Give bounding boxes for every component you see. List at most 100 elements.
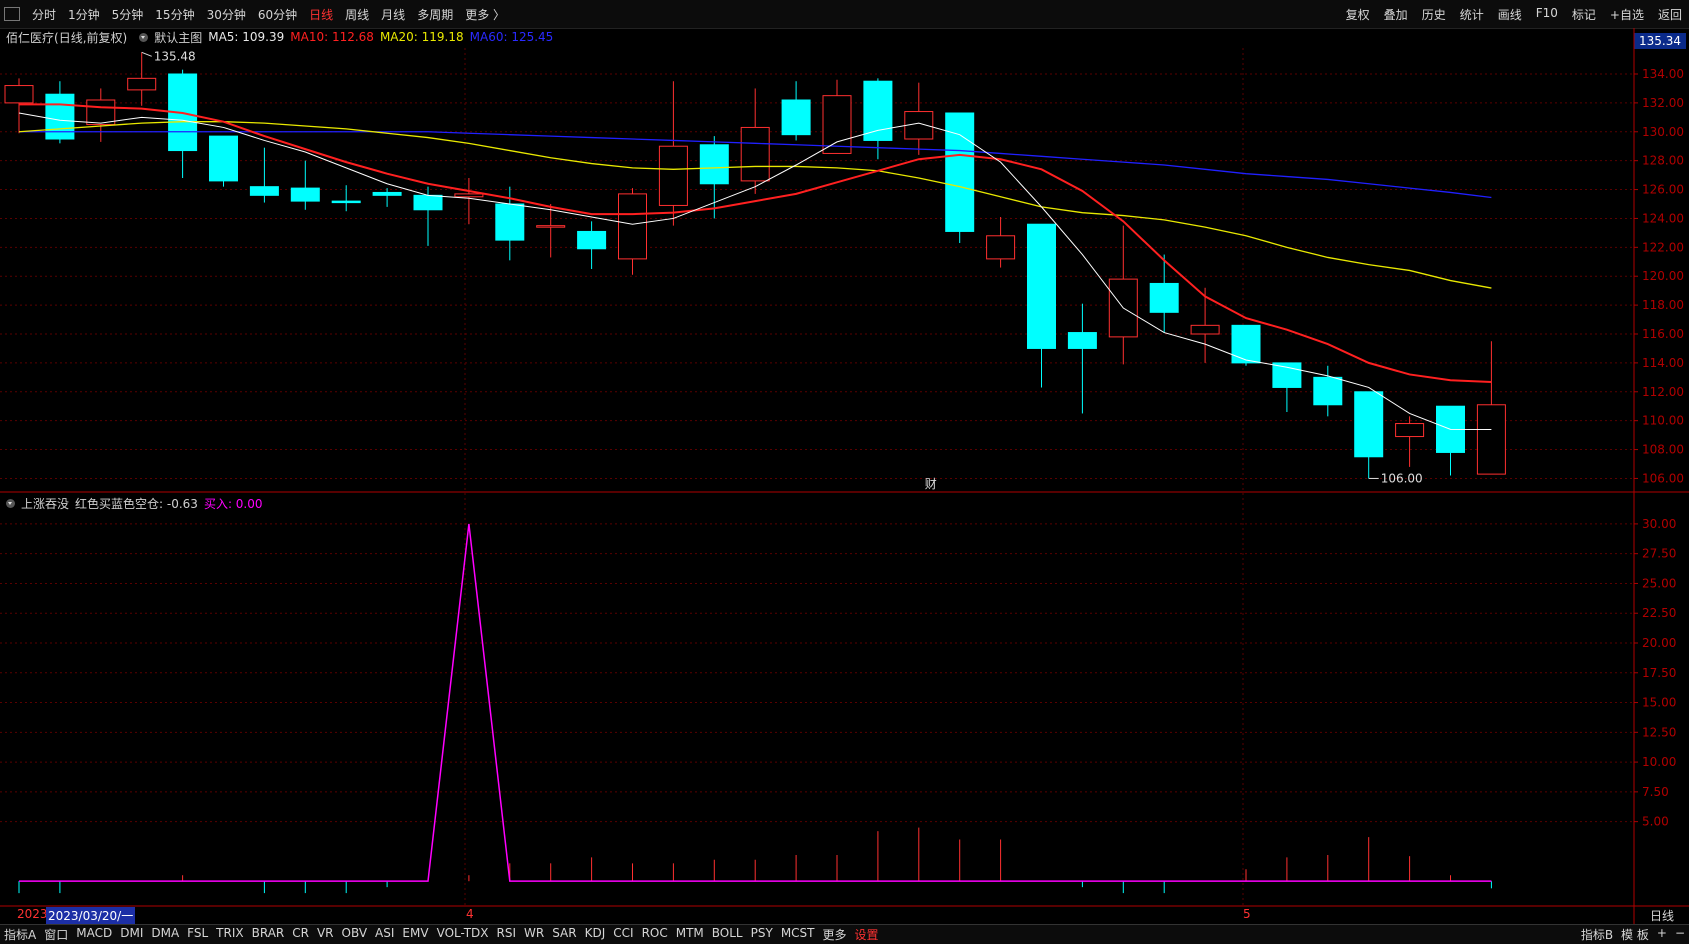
high-marker: [141, 51, 152, 57]
candle-body: [1313, 376, 1343, 406]
candle-body: [1067, 332, 1097, 349]
indicator-tab-5[interactable]: FSL: [183, 926, 212, 943]
indicator-axis-label: 25.00: [1642, 576, 1676, 590]
bottom-right: 指标B 模 板 + −: [1577, 926, 1689, 943]
price-axis-label: 134.00: [1642, 67, 1684, 81]
date-month-5: 5: [1243, 907, 1251, 921]
candle-body: [658, 145, 688, 206]
price-axis-label: 108.00: [1642, 443, 1684, 457]
candle-body: [699, 144, 729, 185]
candle-body: [618, 193, 647, 260]
indicator-tab-6[interactable]: TRIX: [212, 926, 247, 943]
bottom-right-button-2[interactable]: +: [1653, 926, 1671, 943]
indicator-tab-20[interactable]: MTM: [672, 926, 708, 943]
candle-body: [781, 99, 811, 136]
candle-body: [740, 126, 770, 182]
indicator-tab-22[interactable]: PSY: [747, 926, 777, 943]
indicator-tabs-bar: 指标A 窗口 MACD DMI DMA FSL TRIX BRAR CR VR OBV ASI EMV V…: [0, 924, 1689, 944]
candle-body: [1272, 362, 1302, 388]
indicator-tabs: 指标A 窗口 MACD DMI DMA FSL TRIX BRAR CR VR OBV ASI EMV V…: [0, 926, 851, 943]
indicator-tab-3[interactable]: DMI: [116, 926, 147, 943]
indicator-tab-16[interactable]: SAR: [548, 926, 580, 943]
high-label: 135.48: [154, 49, 196, 63]
candle-body: [536, 225, 566, 228]
indicator-tab-1[interactable]: 窗口: [40, 926, 72, 943]
candle-body: [1395, 423, 1425, 438]
indicator-tab-12[interactable]: EMV: [398, 926, 432, 943]
indicator-tab-7[interactable]: BRAR: [248, 926, 289, 943]
date-axis: 2023 2023/03/20/一 4 5: [0, 906, 1635, 924]
low-label: 106.00: [1381, 471, 1423, 485]
indicator-tab-15[interactable]: WR: [520, 926, 548, 943]
bottom-right-button-0[interactable]: 指标B: [1577, 926, 1617, 943]
indicator-tab-4[interactable]: DMA: [147, 926, 183, 943]
candle-body: [372, 191, 402, 196]
indicator-tab-23[interactable]: MCST: [777, 926, 819, 943]
price-axis-label: 128.00: [1642, 154, 1684, 168]
price-axis-label: 130.00: [1642, 125, 1684, 139]
price-axis-label: 122.00: [1642, 240, 1684, 254]
indicator-tab-8[interactable]: CR: [288, 926, 313, 943]
candle-body: [577, 230, 607, 250]
chart-canvas[interactable]: 134.00 132.00 130.00 128.00 126.00 124.00 122.…: [0, 0, 1689, 943]
indicator-axis-label: 22.50: [1642, 606, 1676, 620]
candle-body: [1231, 324, 1261, 364]
indicator-tab-0[interactable]: 指标A: [0, 926, 40, 943]
settings-button[interactable]: 设置: [851, 926, 883, 943]
indicator-tab-17[interactable]: KDJ: [581, 926, 610, 943]
indicator-tab-21[interactable]: BOLL: [708, 926, 747, 943]
indicator-axis-label: 17.50: [1642, 666, 1676, 680]
candle-body: [249, 186, 279, 196]
candle-body: [945, 112, 975, 232]
candle-body: [495, 203, 525, 241]
candle-body: [413, 194, 443, 211]
indicator-axis-label: 15.00: [1642, 696, 1676, 710]
price-axis-label: 116.00: [1642, 327, 1684, 341]
date-month-4: 4: [466, 907, 474, 921]
candle-body: [4, 85, 34, 104]
indicator-tab-13[interactable]: VOL-TDX: [433, 926, 493, 943]
price-axis-label: 124.00: [1642, 211, 1684, 225]
candle-body: [290, 187, 320, 202]
candle-body: [331, 200, 361, 204]
candle-body: [1190, 324, 1220, 335]
candle-body: [209, 135, 238, 182]
candle-body: [454, 193, 484, 198]
indicator-tab-18[interactable]: CCI: [609, 926, 637, 943]
price-axis-label: 114.00: [1642, 356, 1684, 370]
indicator-tab-2[interactable]: MACD: [72, 926, 116, 943]
candle-body: [1149, 282, 1179, 313]
indicator-axis-label: 30.00: [1642, 517, 1676, 531]
price-axis-label: 126.00: [1642, 183, 1684, 197]
indicator-tab-14[interactable]: RSI: [493, 926, 521, 943]
indicator-axis-label: 5.00: [1642, 815, 1669, 829]
price-axis-label: 110.00: [1642, 414, 1684, 428]
date-year: 2023: [17, 907, 48, 921]
candle-body: [863, 80, 893, 141]
candle-body: [1354, 391, 1384, 458]
indicator-tab-11[interactable]: ASI: [371, 926, 398, 943]
date-cursor: 2023/03/20/一: [46, 907, 136, 924]
indicator-tab-24[interactable]: 更多: [819, 926, 851, 943]
indicator-axis-label: 7.50: [1642, 785, 1669, 799]
price-axis-label: 120.00: [1642, 269, 1684, 283]
indicator-tab-19[interactable]: ROC: [638, 926, 672, 943]
finance-marker-icon: 财: [925, 477, 937, 491]
price-axis-label: 132.00: [1642, 96, 1684, 110]
indicator-tab-10[interactable]: OBV: [338, 926, 372, 943]
candle-body: [127, 77, 157, 91]
price-axis-label: 112.00: [1642, 385, 1684, 399]
candle-body: [822, 95, 852, 154]
indicator-axis-label: 27.50: [1642, 547, 1676, 561]
candle-body: [1476, 404, 1506, 475]
price-axis-label: 118.00: [1642, 298, 1684, 312]
indicator-axis-label: 12.50: [1642, 725, 1676, 739]
bottom-right-button-3[interactable]: −: [1671, 926, 1689, 943]
candle-body: [986, 235, 1016, 260]
indicator-axis-label: 20.00: [1642, 636, 1676, 650]
bottom-right-button-1[interactable]: 模 板: [1617, 926, 1653, 943]
price-axis-label: 106.00: [1642, 471, 1684, 485]
candle-body: [1027, 223, 1056, 349]
indicator-axis-label: 10.00: [1642, 755, 1676, 769]
indicator-tab-9[interactable]: VR: [313, 926, 338, 943]
